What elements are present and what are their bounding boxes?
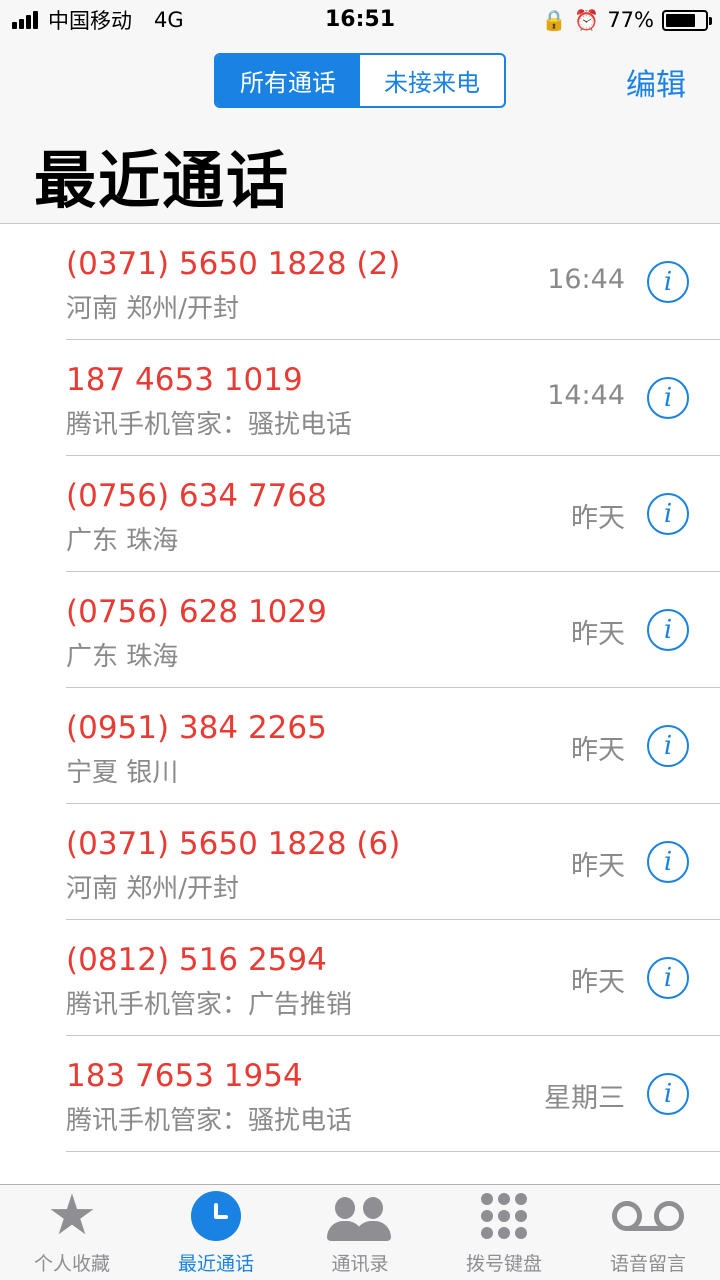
- call-number: (0951) 384 2265: [66, 710, 327, 746]
- call-time: 昨天: [571, 967, 625, 998]
- call-row[interactable]: 187 4653 1019 腾讯手机管家：骚扰电话 14:44 i: [0, 340, 720, 456]
- row-divider: [66, 1151, 720, 1152]
- call-time: 16:44: [547, 264, 625, 295]
- battery-fill: [666, 13, 696, 27]
- info-icon[interactable]: i: [647, 725, 689, 767]
- info-icon[interactable]: i: [647, 261, 689, 303]
- call-location-label: 腾讯手机管家：骚扰电话: [66, 1106, 353, 1136]
- call-number: (0371) 5650 1828 (6): [66, 826, 401, 862]
- call-location-label: 腾讯手机管家：骚扰电话: [66, 410, 353, 440]
- battery-nub: [709, 16, 712, 25]
- call-row[interactable]: (0812) 516 2594 腾讯手机管家：广告推销 昨天 i: [0, 920, 720, 1036]
- battery-icon: [662, 9, 712, 31]
- call-row[interactable]: 183 7653 1954 腾讯手机管家：骚扰电话 星期三 i: [0, 1036, 720, 1152]
- edit-button[interactable]: 编辑: [626, 60, 686, 104]
- tab-label: 拨号键盘: [465, 1253, 542, 1275]
- info-icon[interactable]: i: [647, 377, 689, 419]
- voicemail-icon: [612, 1201, 684, 1231]
- info-icon[interactable]: i: [647, 957, 689, 999]
- tab-favorites[interactable]: ★ 个人收藏: [0, 1185, 144, 1280]
- call-row[interactable]: (0756) 628 1029 广东 珠海 昨天 i: [0, 572, 720, 688]
- call-time: 昨天: [571, 503, 625, 534]
- status-right: 🔒 ⏰ 77%: [541, 6, 712, 34]
- star-icon: ★: [46, 1183, 98, 1248]
- call-row[interactable]: (0756) 634 7768 广东 珠海 昨天 i: [0, 456, 720, 572]
- tab-voicemail[interactable]: 语音留言: [576, 1185, 720, 1280]
- call-number: 183 7653 1954: [66, 1058, 303, 1094]
- tab-recents[interactable]: 最近通话: [144, 1185, 288, 1280]
- segment-missed-calls[interactable]: 未接来电: [360, 55, 504, 106]
- nav-header: 所有通话 未接来电 编辑 最近通话: [0, 40, 720, 224]
- call-location-label: 广东 珠海: [66, 526, 179, 556]
- call-number: (0756) 628 1029: [66, 594, 327, 630]
- call-number: (0756) 634 7768: [66, 478, 327, 514]
- call-time: 昨天: [571, 851, 625, 882]
- tab-bar: ★ 个人收藏 最近通话 通讯录 拨号键盘 语音留言: [0, 1184, 720, 1280]
- call-row[interactable]: (0371) 5650 1828 (2) 河南 郑州/开封 16:44 i: [0, 224, 720, 340]
- call-number: (0812) 516 2594: [66, 942, 327, 978]
- call-location-label: 腾讯手机管家：广告推销: [66, 990, 353, 1020]
- call-time: 14:44: [547, 380, 625, 411]
- info-icon[interactable]: i: [647, 493, 689, 535]
- status-bar: 中国移动 4G 16:51 🔒 ⏰ 77%: [0, 0, 720, 40]
- call-number: 187 4653 1019: [66, 362, 303, 398]
- clock-icon: [191, 1191, 241, 1241]
- tab-keypad[interactable]: 拨号键盘: [432, 1185, 576, 1280]
- tab-label: 最近通话: [177, 1253, 254, 1275]
- call-location-label: 河南 郑州/开封: [66, 294, 240, 324]
- call-row[interactable]: (0371) 5650 1828 (6) 河南 郑州/开封 昨天 i: [0, 804, 720, 920]
- tab-label: 通讯录: [331, 1253, 389, 1275]
- call-row[interactable]: (0951) 384 2265 宁夏 银川 昨天 i: [0, 688, 720, 804]
- contacts-icon: [327, 1191, 393, 1241]
- info-icon[interactable]: i: [647, 609, 689, 651]
- alarm-clock-icon: ⏰: [574, 8, 600, 32]
- call-time: 昨天: [571, 619, 625, 650]
- rotation-lock-icon: 🔒: [541, 8, 567, 32]
- segment-all-calls[interactable]: 所有通话: [216, 55, 360, 106]
- call-time: 星期三: [544, 1083, 625, 1114]
- call-location-label: 宁夏 银川: [66, 758, 179, 788]
- keypad-icon: [481, 1193, 527, 1239]
- battery-percent: 77%: [607, 8, 654, 32]
- tab-contacts[interactable]: 通讯录: [288, 1185, 432, 1280]
- call-location-label: 广东 珠海: [66, 642, 179, 672]
- recent-calls-list[interactable]: (0371) 5650 1828 (2) 河南 郑州/开封 16:44 i 187 46…: [0, 224, 720, 1184]
- info-icon[interactable]: i: [647, 1073, 689, 1115]
- call-location-label: 河南 郑州/开封: [66, 874, 240, 904]
- tab-label: 语音留言: [609, 1253, 686, 1275]
- call-number: (0371) 5650 1828 (2): [66, 246, 401, 282]
- call-time: 昨天: [571, 735, 625, 766]
- page-title: 最近通话: [34, 144, 291, 217]
- info-icon[interactable]: i: [647, 841, 689, 883]
- call-filter-segmented-control: 所有通话 未接来电: [214, 53, 506, 108]
- tab-label: 个人收藏: [33, 1253, 110, 1275]
